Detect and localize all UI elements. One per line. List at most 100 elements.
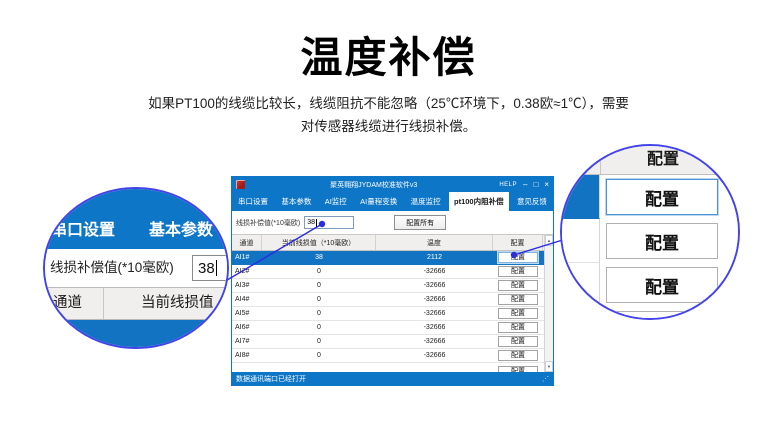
temperature-cell: -32666 — [376, 307, 493, 320]
configure-button[interactable]: 配置 — [498, 280, 538, 291]
partial-table-row: 配置 — [232, 363, 553, 372]
magnified-tab-bar: 串口设置 基本参数 — [45, 189, 227, 249]
resize-grip-icon[interactable]: ⋰ — [542, 375, 549, 383]
configure-cell: 配置 — [493, 335, 543, 348]
channel-cell: AI7# — [232, 335, 262, 348]
table-row[interactable]: AI8#0-32666 配置 — [232, 349, 553, 363]
table-row[interactable]: AI7#0-32666 配置 — [232, 335, 553, 349]
magnified-selected-row — [45, 320, 227, 349]
row-fragment — [562, 175, 600, 219]
temperature-cell: -32666 — [376, 321, 493, 334]
close-icon[interactable]: × — [544, 181, 549, 189]
temperature-cell: -32666 — [376, 335, 493, 348]
table-row[interactable]: AI1#382112配置 — [232, 251, 553, 265]
configure-button[interactable]: 配置 — [498, 252, 538, 263]
magnified-configure-button: 配置 — [606, 311, 718, 320]
description-line-2: 对传感器线缆进行线损补偿。 — [301, 119, 477, 134]
channel-cell: AI6# — [232, 321, 262, 334]
magnified-configure-button: 配置 — [606, 223, 718, 259]
temperature-cell: -32666 — [376, 279, 493, 292]
channel-cell: AI2# — [232, 265, 262, 278]
vertical-scrollbar[interactable]: ▲ ▼ — [544, 235, 553, 372]
row-fragment — [562, 219, 600, 263]
table-row[interactable]: AI6#0-32666 配置 — [232, 321, 553, 335]
loss-cell: 0 — [262, 349, 376, 362]
channel-cell: AI5# — [232, 307, 262, 320]
loss-cell: 0 — [262, 279, 376, 292]
tab-pt100-compensation[interactable]: pt100内阻补偿 — [449, 192, 509, 211]
left-magnifier: 串口设置 基本参数 线损补偿值(*10毫欧) 38 通道 当前线损值 — [43, 187, 229, 349]
loss-compensation-value: 38 — [307, 219, 315, 226]
magnified-header-channel: 通道 — [53, 288, 82, 319]
page: 温度补偿 如果PT100的线缆比较长，线缆阻抗不能忽略（25℃环境下，0.38欧… — [0, 0, 777, 426]
table-row[interactable]: AI2#0-32666配置 — [232, 265, 553, 279]
page-description: 如果PT100的线缆比较长，线缆阻抗不能忽略（25℃环境下，0.38欧≈1℃），… — [0, 92, 777, 138]
magnified-row-partial: 配置 — [562, 307, 738, 320]
channel-cell: AI4# — [232, 293, 262, 306]
configure-cell: 配置 — [493, 265, 543, 278]
channel-cell: AI1# — [232, 251, 262, 264]
configure-button[interactable]: 配置 — [498, 366, 538, 372]
magnified-table-header: 通道 当前线损值 — [45, 287, 227, 320]
titlebar: 聚英翱翔JYDAM校准软件v3 HELP – □ × — [232, 177, 553, 192]
configure-button[interactable]: 配置 — [498, 350, 538, 361]
configure-button[interactable]: 配置 — [498, 336, 538, 347]
table-row[interactable]: AI4#0-32666 配置 — [232, 293, 553, 307]
scroll-up-icon[interactable]: ▲ — [545, 235, 553, 246]
right-magnifier: 配置 配置 配置 配置 配置 — [560, 144, 740, 320]
magnified-configure-button: 配置 — [606, 179, 718, 215]
tab-temperature-monitor[interactable]: 温度监控 — [406, 192, 446, 211]
temperature-cell: -32666 — [376, 265, 493, 278]
loss-cell: 0 — [262, 335, 376, 348]
maximize-icon[interactable]: □ — [533, 181, 538, 189]
tab-feedback[interactable]: 意见反馈 — [512, 192, 552, 211]
configure-all-button[interactable]: 配置所有 — [394, 215, 446, 230]
magnified-tab-serial: 串口设置 — [51, 216, 115, 240]
minimize-icon[interactable]: – — [523, 181, 527, 189]
header-channel: 通道 — [232, 235, 262, 250]
tab-serial-settings[interactable]: 串口设置 — [233, 192, 273, 211]
configure-cell: 配置 — [493, 279, 543, 292]
magnified-loss-value: 38 — [198, 260, 215, 277]
scroll-down-icon[interactable]: ▼ — [545, 361, 553, 372]
magnified-tab-basic: 基本参数 — [149, 216, 213, 240]
magnified-configure-header: 配置 — [562, 146, 738, 175]
magnified-row-selected: 配置 — [562, 175, 738, 219]
loss-cell: 0 — [262, 293, 376, 306]
configure-button[interactable]: 配置 — [498, 308, 538, 319]
tab-basic-params[interactable]: 基本参数 — [276, 192, 316, 211]
configure-button[interactable]: 配置 — [498, 294, 538, 305]
window-title: 聚英翱翔JYDAM校准软件v3 — [248, 180, 499, 190]
tab-ai-range-convert[interactable]: AI量程变换 — [355, 192, 402, 211]
magnified-header-configure: 配置 — [600, 146, 726, 174]
temperature-cell: -32666 — [376, 349, 493, 362]
loss-compensation-label: 线损补偿值(*10毫欧) — [236, 218, 300, 228]
row-fragment — [562, 307, 600, 320]
configure-cell: 配置 — [493, 251, 543, 264]
table-body: AI1#382112配置AI2#0-32666配置AI3#0-32666配置AI… — [232, 251, 553, 363]
row-fragment — [562, 263, 600, 307]
description-line-1: 如果PT100的线缆比较长，线缆阻抗不能忽略（25℃环境下，0.38欧≈1℃），… — [148, 96, 629, 111]
temperature-cell: -32666 — [376, 293, 493, 306]
table-row[interactable]: AI3#0-32666配置 — [232, 279, 553, 293]
configure-button[interactable]: 配置 — [498, 266, 538, 277]
magnified-text-caret — [216, 260, 217, 276]
toolbar: 线损补偿值(*10毫欧) 38 配置所有 — [232, 211, 553, 234]
configure-cell: 配置 — [493, 349, 543, 362]
loss-cell: 0 — [262, 321, 376, 334]
channel-cell: AI8# — [232, 349, 262, 362]
configure-cell: 配置 — [493, 321, 543, 334]
header-temperature: 温度 — [376, 235, 493, 250]
table-row[interactable]: AI5#0-32666配置 — [232, 307, 553, 321]
help-button[interactable]: HELP — [499, 182, 517, 188]
tab-ai-monitor[interactable]: AI监控 — [320, 192, 352, 211]
magnified-toolbar: 线损补偿值(*10毫欧) 38 — [45, 249, 227, 287]
configure-cell: 配置 — [493, 307, 543, 320]
configure-button[interactable]: 配置 — [498, 322, 538, 333]
loss-compensation-input[interactable]: 38 — [304, 216, 354, 229]
app-logo-icon — [236, 180, 245, 189]
header-configure: 配置 — [493, 235, 543, 250]
page-title: 温度补偿 — [0, 24, 777, 85]
status-text: 数据通讯端口已经打开 — [236, 374, 306, 384]
temperature-cell: 2112 — [376, 251, 493, 264]
